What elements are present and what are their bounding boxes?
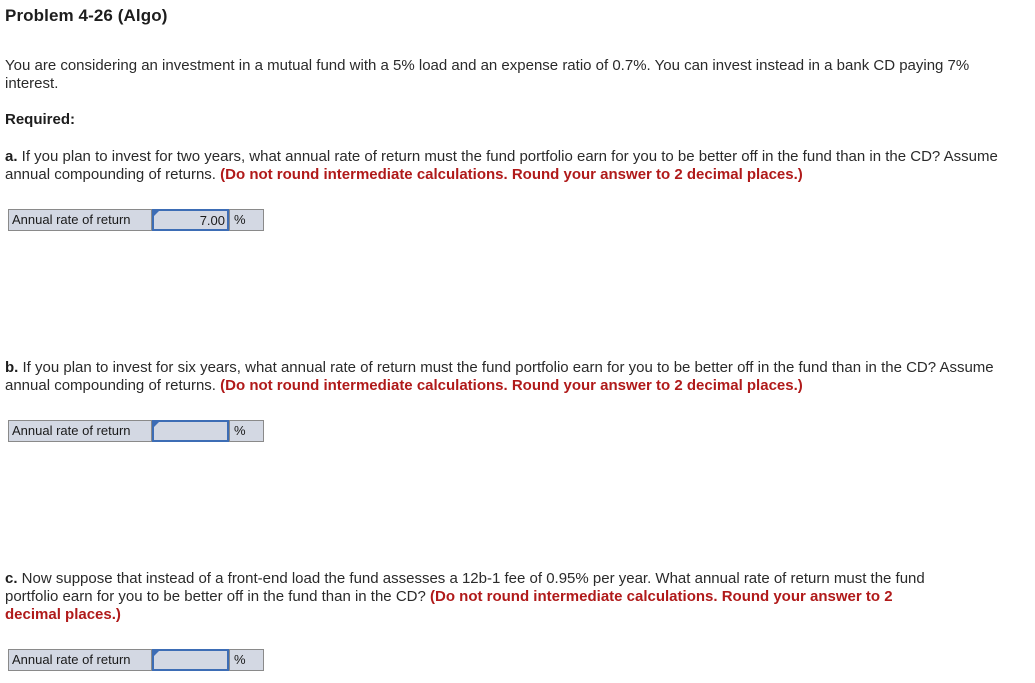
part-b-answer-input[interactable] [154,422,227,440]
part-c-answer-field[interactable] [152,649,229,671]
part-c-question: c. Now suppose that instead of a front-e… [5,570,950,624]
part-c-answer-unit: % [229,650,263,670]
part-b-answer-row: Annual rate of return % [8,420,264,442]
flag-icon [153,421,160,428]
part-a-answer-label: Annual rate of return [9,210,152,230]
part-a-answer-row: Annual rate of return % [8,209,264,231]
part-b-question: b. If you plan to invest for six years, … [5,359,1005,395]
part-a-instruction: (Do not round intermediate calculations.… [220,166,803,183]
part-b-instruction: (Do not round intermediate calculations.… [220,377,803,394]
part-c-answer-label: Annual rate of return [9,650,152,670]
part-c-answer-input[interactable] [154,651,227,669]
part-a-answer-input[interactable] [154,211,227,229]
part-b-answer-label: Annual rate of return [9,421,152,441]
flag-icon [153,210,160,217]
problem-intro: You are considering an investment in a m… [5,57,970,92]
part-b-letter: b. [5,359,19,376]
problem-title: Problem 4-26 (Algo) [5,6,168,25]
part-a-answer-unit: % [229,210,263,230]
part-a-question: a. If you plan to invest for two years, … [5,148,1005,184]
flag-icon [153,650,160,657]
part-c-letter: c. [5,570,18,587]
part-a-letter: a. [5,148,18,165]
part-a-answer-field[interactable] [152,209,229,231]
part-c-answer-row: Annual rate of return % [8,649,264,671]
required-label: Required: [5,111,76,128]
part-b-answer-unit: % [229,421,263,441]
part-b-answer-field[interactable] [152,420,229,442]
